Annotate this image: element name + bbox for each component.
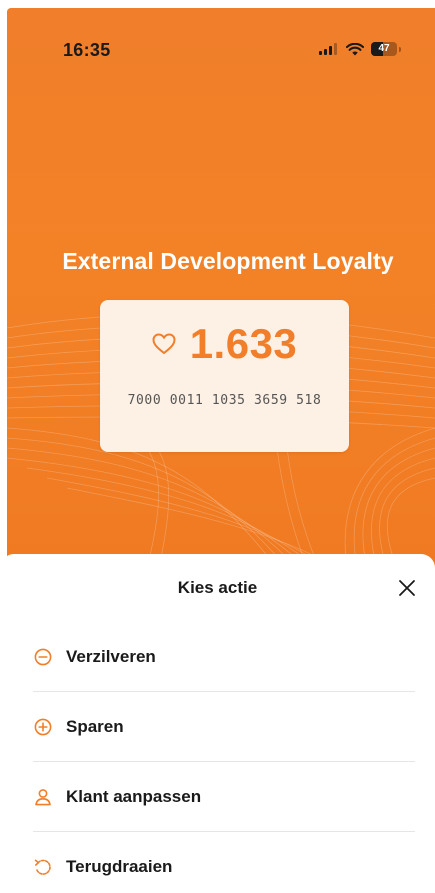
- loyalty-card[interactable]: 1.633 7000 0011 1035 3659 518: [100, 300, 349, 452]
- hero-banner: 16:35 47 External Development Loyalty: [7, 8, 435, 568]
- action-label: Sparen: [66, 716, 124, 736]
- undo-icon: [33, 857, 53, 877]
- status-icons: 47: [319, 42, 401, 56]
- card-number: 7000 0011 1035 3659 518: [127, 393, 322, 408]
- wifi-icon: [346, 42, 364, 55]
- sheet-title: Kies actie: [177, 578, 258, 597]
- cellular-signal-icon: [319, 43, 337, 55]
- action-edit-customer[interactable]: Klant aanpassen: [33, 762, 415, 832]
- action-sheet: Kies actie Verzilveren Sparen Klant aanp…: [0, 554, 435, 893]
- action-undo[interactable]: Terugdraaien: [33, 832, 415, 893]
- wave-pattern-decoration: [7, 313, 435, 568]
- action-label: Terugdraaien: [66, 857, 173, 876]
- battery-icon: 47: [371, 42, 397, 56]
- heart-icon: [152, 333, 176, 355]
- action-label: Klant aanpassen: [66, 786, 202, 806]
- battery-terminal: [399, 46, 401, 52]
- status-time: 16:35: [63, 40, 111, 60]
- minus-circle-icon: [33, 647, 53, 667]
- action-redeem[interactable]: Verzilveren: [33, 622, 415, 692]
- user-icon: [33, 787, 53, 807]
- close-button[interactable]: [393, 574, 421, 602]
- points-value: 1.633: [189, 320, 298, 367]
- close-icon: [399, 580, 415, 596]
- plus-circle-icon: [33, 717, 53, 737]
- action-list: Verzilveren Sparen Klant aanpassen Terug…: [33, 622, 415, 893]
- app-screen: 16:35 47 External Development Loyalty 1.…: [0, 0, 435, 893]
- program-title: External Development Loyalty: [62, 248, 394, 274]
- points-balance: 1.633: [100, 320, 349, 368]
- action-save[interactable]: Sparen: [33, 692, 415, 762]
- action-label: Verzilveren: [66, 646, 156, 666]
- battery-percentage: 47: [378, 43, 390, 54]
